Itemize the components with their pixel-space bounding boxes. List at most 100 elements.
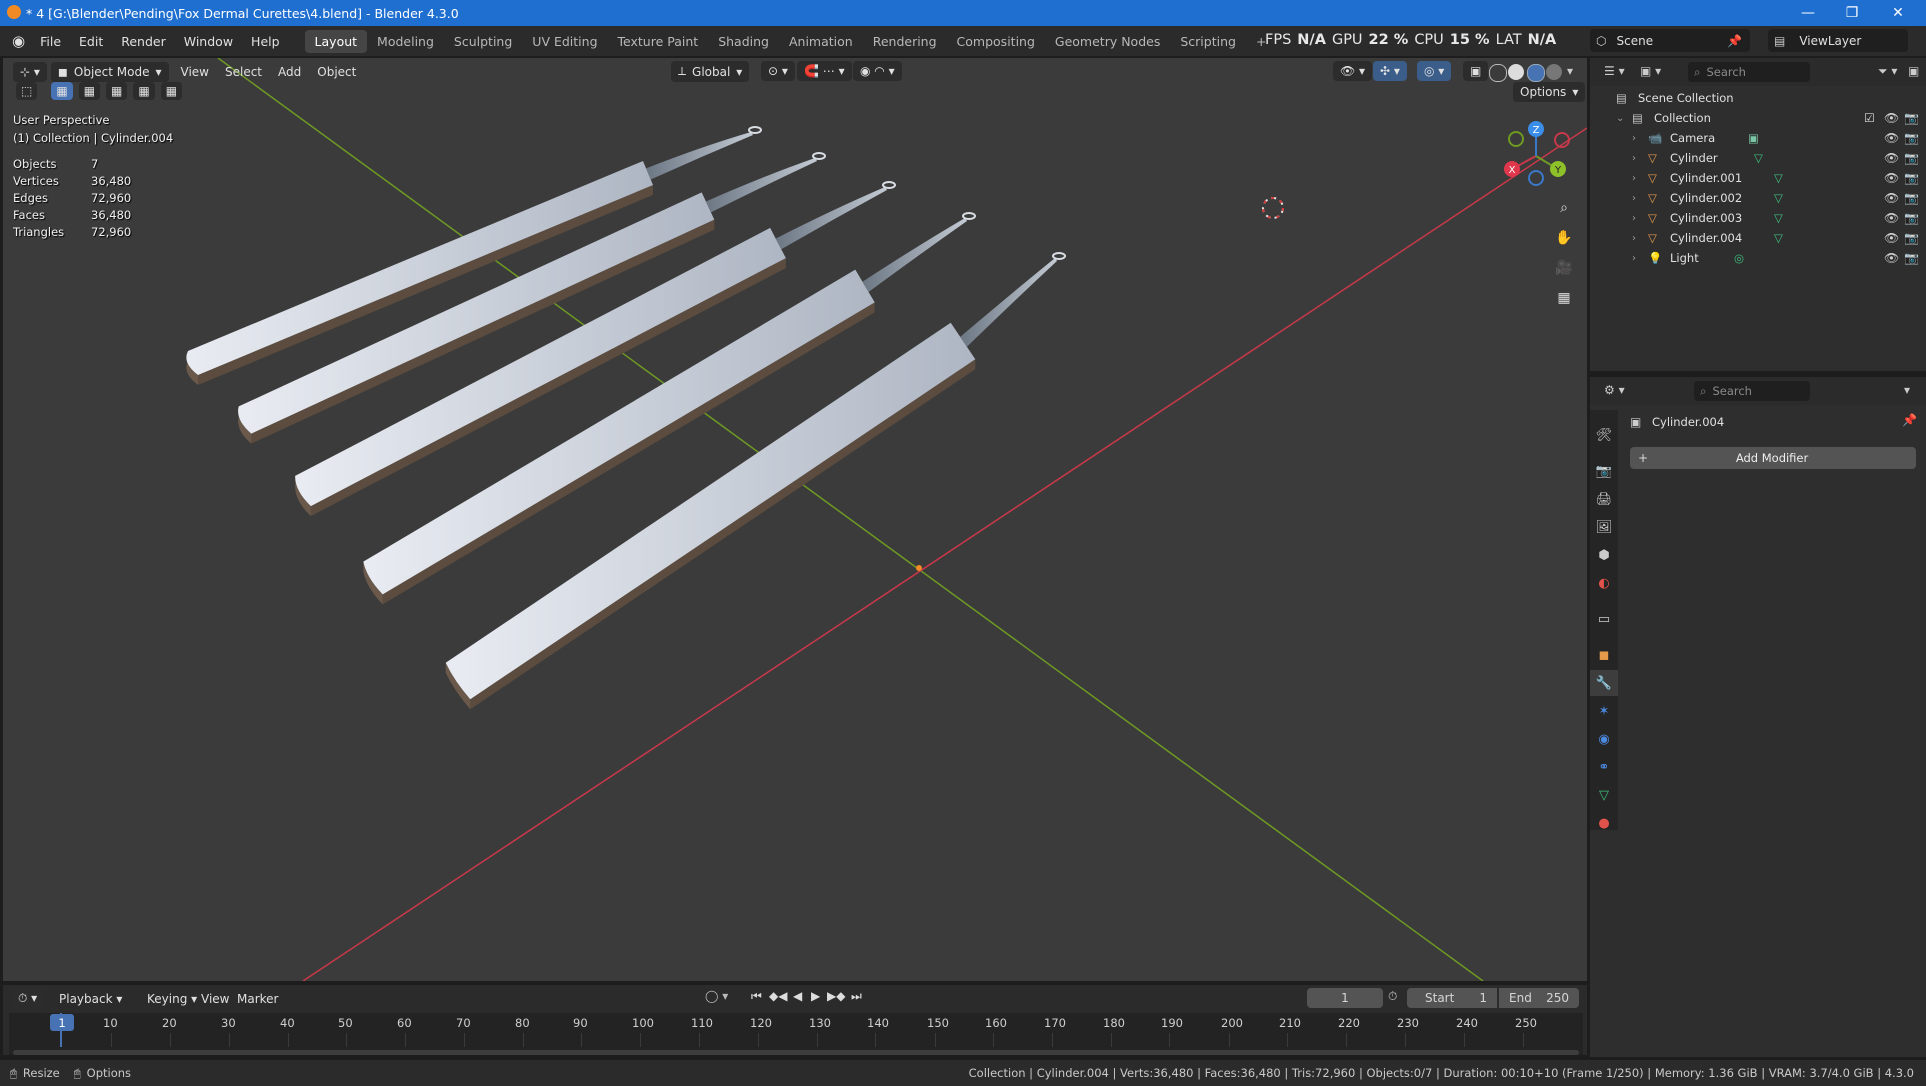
select-mode-subtract-icon[interactable]: ▦	[106, 82, 128, 100]
shading-wireframe-button[interactable]	[1489, 64, 1507, 82]
tab-layout[interactable]: Layout	[304, 29, 368, 53]
expand-chevron-icon[interactable]: ›	[1632, 213, 1636, 224]
menu-marker[interactable]: Marker	[229, 992, 286, 1006]
select-mode-invert-icon[interactable]: ▦	[133, 82, 155, 100]
render-tab-icon[interactable]: 📷	[1590, 458, 1618, 484]
tab-sculpting[interactable]: Sculpting	[444, 30, 522, 53]
pivot-point-button[interactable]: ⊙ ▾	[761, 61, 795, 81]
tab-animation[interactable]: Animation	[779, 30, 863, 53]
render-camera-icon[interactable]: 📷	[1904, 251, 1919, 265]
visibility-eye-icon[interactable]: 👁	[1884, 131, 1899, 145]
render-camera-icon[interactable]: 📷	[1904, 131, 1919, 145]
menu-render[interactable]: Render	[112, 34, 175, 49]
render-camera-icon[interactable]: 📷	[1904, 171, 1919, 185]
scene-tab-icon[interactable]: ⬢	[1590, 542, 1618, 568]
play-icon[interactable]: ▶	[811, 989, 820, 1003]
expand-chevron-icon[interactable]: ⌄	[1616, 113, 1624, 124]
outliner-search-input[interactable]: ⌕ Search	[1688, 62, 1810, 82]
visibility-eye-icon[interactable]: 👁	[1884, 251, 1899, 265]
particles-tab-icon[interactable]: ✶	[1590, 698, 1618, 724]
camera-view-icon[interactable]: 🎥	[1550, 254, 1578, 282]
tool-tab-icon[interactable]: 🛠	[1590, 422, 1618, 448]
outliner-item-cylinder-004[interactable]: › ▽ Cylinder.004 👁 📷 ▽	[1590, 228, 1926, 248]
gizmo-neg-x-handle[interactable]	[1554, 132, 1570, 148]
auto-keying-icon[interactable]: ◯ ▾	[705, 989, 728, 1003]
expand-chevron-icon[interactable]: ›	[1632, 133, 1636, 144]
expand-chevron-icon[interactable]: ›	[1632, 153, 1636, 164]
output-tab-icon[interactable]: 🖨	[1590, 486, 1618, 512]
menu-window[interactable]: Window	[175, 34, 242, 49]
mesh-data-icon[interactable]: ▽	[1774, 211, 1783, 225]
menu-edit[interactable]: Edit	[70, 34, 112, 49]
playhead-frame-badge[interactable]: 1	[50, 1014, 74, 1031]
tab-compositing[interactable]: Compositing	[947, 30, 1045, 53]
collection-tab-icon[interactable]: ▭	[1590, 606, 1618, 632]
editor-type-button[interactable]: ⊹ ▾	[13, 62, 47, 82]
jump-end-icon[interactable]: ⏭	[851, 989, 862, 1004]
perspective-toggle-icon[interactable]: ▦	[1550, 284, 1578, 312]
select-mode-new-icon[interactable]: ▦	[51, 82, 73, 100]
minimize-button[interactable]: —	[1786, 0, 1830, 26]
render-camera-icon[interactable]: 📷	[1904, 231, 1919, 245]
outliner-editor-type-icon[interactable]: ☰ ▾	[1604, 64, 1625, 78]
tab-rendering[interactable]: Rendering	[863, 30, 947, 53]
light-data-icon[interactable]: ◎	[1734, 251, 1744, 265]
render-camera-icon[interactable]: 📷	[1904, 191, 1919, 205]
options-dropdown[interactable]: Options ▾	[1513, 82, 1586, 102]
scene-selector[interactable]: ⬡ Scene 📌	[1590, 29, 1750, 52]
visibility-eye-icon[interactable]: 👁	[1884, 191, 1899, 205]
display-mode-icon[interactable]: ▣ ▾	[1640, 64, 1661, 78]
jump-start-icon[interactable]: ⏮	[751, 989, 762, 1004]
prev-keyframe-icon[interactable]: ◆◀	[769, 989, 787, 1003]
pan-hand-icon[interactable]: ✋	[1550, 224, 1578, 252]
constraints-tab-icon[interactable]: ⚭	[1590, 754, 1618, 780]
tab-geometry-nodes[interactable]: Geometry Nodes	[1045, 30, 1170, 53]
gizmo-neg-z-handle[interactable]	[1528, 170, 1544, 186]
gizmo-toggle-button[interactable]: ✣ ▾	[1373, 61, 1407, 81]
timeline-scrollbar[interactable]	[13, 1050, 1579, 1055]
end-frame-field[interactable]: End 250	[1499, 988, 1579, 1008]
outliner-item-cylinder-002[interactable]: › ▽ Cylinder.002 👁 📷 ▽	[1590, 188, 1926, 208]
close-button[interactable]: ✕	[1876, 0, 1920, 26]
outliner-scene-collection[interactable]: ▤ Scene Collection	[1590, 88, 1926, 108]
menu-select[interactable]: Select	[217, 65, 270, 79]
visibility-button[interactable]: 👁 ▾	[1333, 61, 1373, 81]
tab-uv-editing[interactable]: UV Editing	[522, 30, 607, 53]
menu-add[interactable]: Add	[270, 65, 309, 79]
proportional-edit-button[interactable]: ◉ ◠ ▾	[853, 61, 902, 81]
next-keyframe-icon[interactable]: ▶◆	[827, 989, 845, 1003]
xray-toggle-button[interactable]: ▣	[1463, 61, 1489, 81]
select-mode-intersect-icon[interactable]: ▦	[160, 82, 183, 100]
menu-view[interactable]: View	[173, 65, 217, 79]
visibility-eye-icon[interactable]: 👁	[1884, 171, 1899, 185]
expand-chevron-icon[interactable]: ›	[1632, 173, 1636, 184]
modifier-tab-icon[interactable]: 🔧	[1590, 670, 1618, 696]
pin-icon[interactable]: 📌	[1902, 413, 1917, 427]
3d-viewport[interactable]	[3, 58, 1587, 981]
camera-data-icon[interactable]: ▣	[1748, 131, 1759, 145]
pin-icon[interactable]: 📌	[1727, 34, 1742, 48]
view-layer-tab-icon[interactable]: 🖼	[1590, 514, 1618, 540]
stopwatch-icon[interactable]: ⏱	[1388, 989, 1397, 1004]
play-reverse-icon[interactable]: ◀	[793, 989, 802, 1003]
select-mode-extend-icon[interactable]: ▦	[78, 82, 101, 100]
menu-object[interactable]: Object	[309, 65, 364, 79]
visibility-eye-icon[interactable]: 👁	[1884, 111, 1899, 125]
zoom-icon[interactable]: ⌕	[1550, 194, 1578, 222]
view-layer-selector[interactable]: ▤ ViewLayer	[1768, 29, 1908, 52]
exclude-checkbox-icon[interactable]: ☑	[1864, 111, 1875, 125]
tab-modeling[interactable]: Modeling	[367, 30, 444, 53]
render-camera-icon[interactable]: 📷	[1904, 211, 1919, 225]
add-modifier-button[interactable]: + Add Modifier	[1630, 447, 1916, 469]
timeline-editor-type-button[interactable]: ⏱ ▾	[11, 988, 45, 1009]
shading-material-button[interactable]	[1527, 64, 1545, 82]
tab-scripting[interactable]: Scripting	[1170, 30, 1246, 53]
render-camera-icon[interactable]: 📷	[1904, 151, 1919, 165]
tab-texture-paint[interactable]: Texture Paint	[608, 30, 709, 53]
outliner-item-light[interactable]: › 💡 Light 👁 📷 ◎	[1590, 248, 1926, 268]
visibility-eye-icon[interactable]: 👁	[1884, 211, 1899, 225]
shading-rendered-button[interactable]	[1546, 64, 1562, 80]
mesh-data-icon[interactable]: ▽	[1774, 171, 1783, 185]
menu-playback[interactable]: Playback ▾	[51, 992, 130, 1006]
world-tab-icon[interactable]: ◐	[1590, 570, 1618, 596]
